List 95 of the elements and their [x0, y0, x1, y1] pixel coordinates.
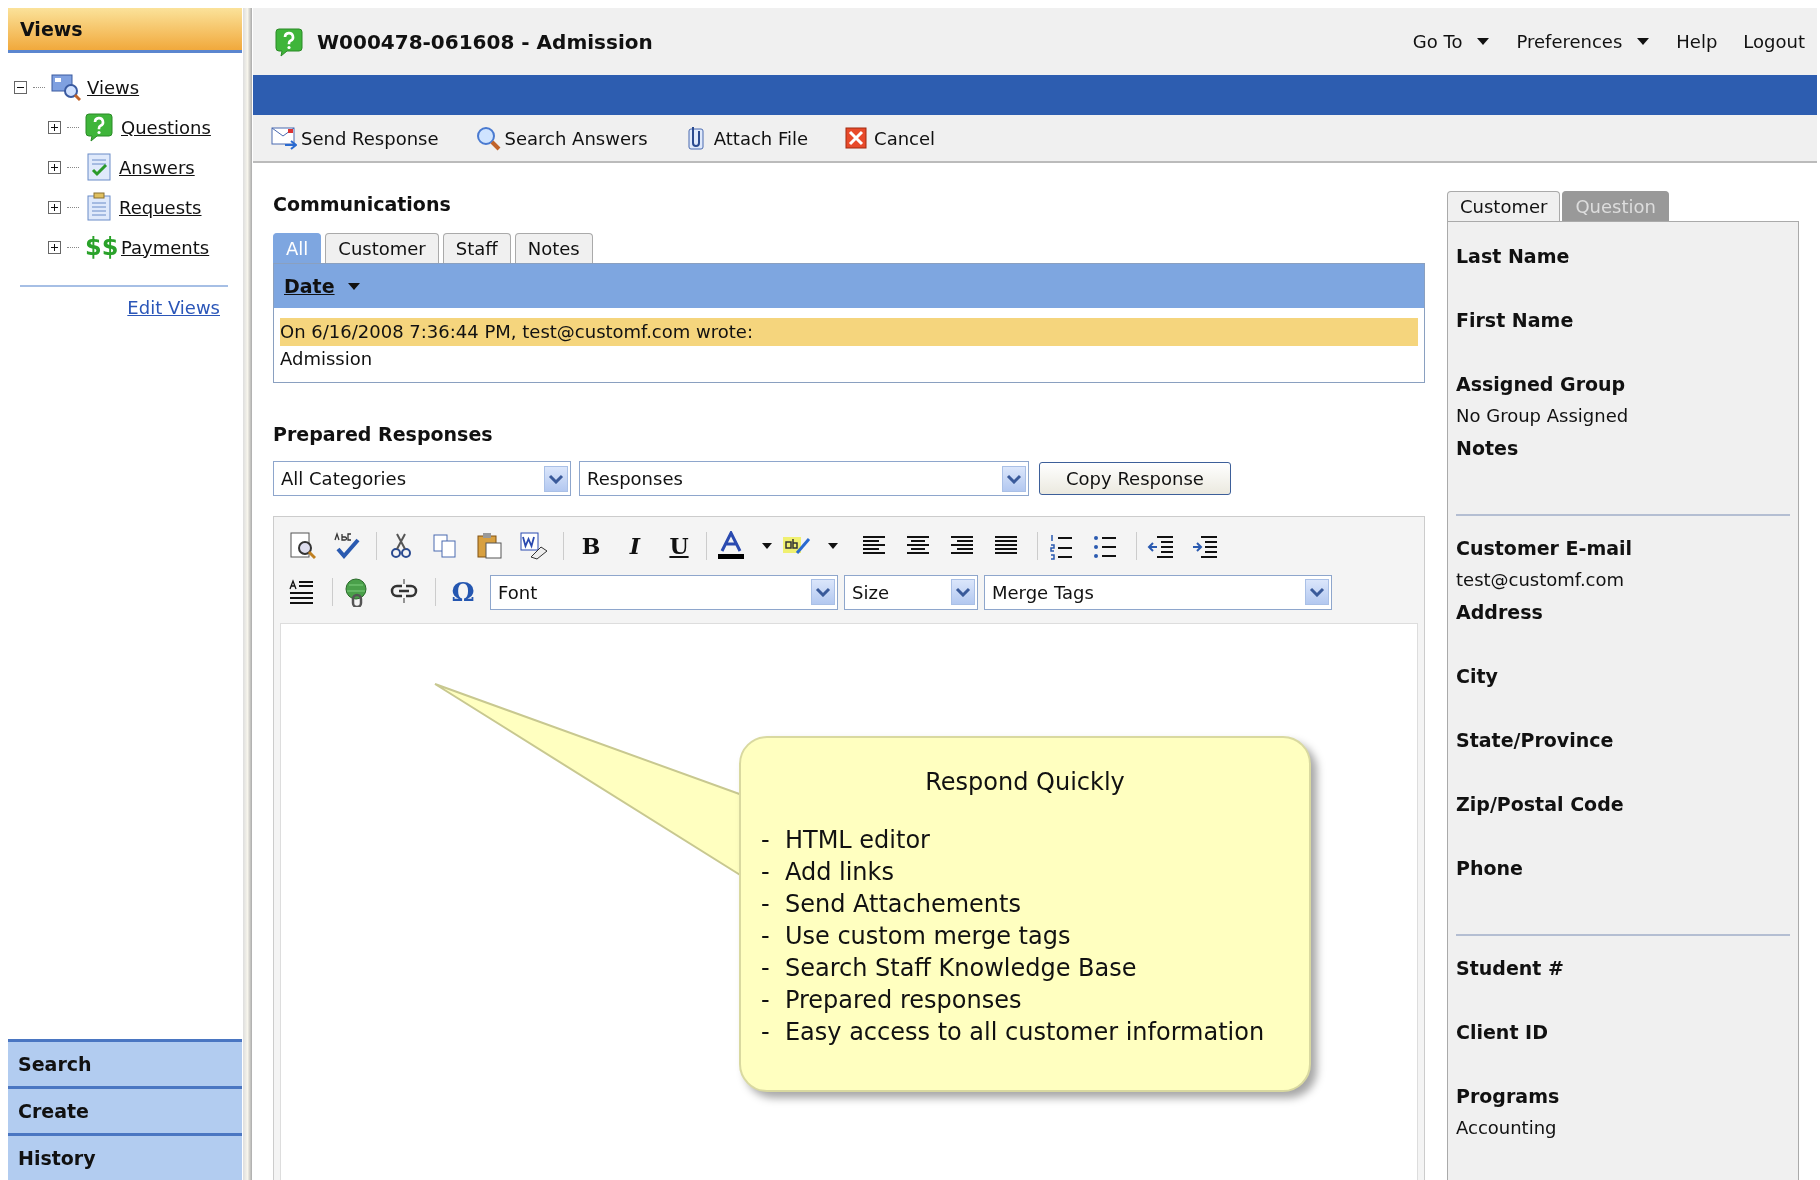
dropdown-value: All Categories	[281, 468, 407, 489]
paragraph-format-icon[interactable]	[288, 577, 316, 607]
sidebar-section[interactable]: Search	[8, 1039, 242, 1086]
collapse-icon[interactable]	[14, 80, 27, 94]
field-label: Programs	[1456, 1084, 1561, 1109]
checklist-icon	[85, 152, 113, 182]
nav-link[interactable]: Help	[1676, 31, 1718, 52]
field-label: City	[1456, 664, 1499, 689]
nav-link[interactable]: Go To	[1412, 31, 1491, 52]
dollar-icon: $$	[85, 233, 115, 261]
chevron-down-icon	[1006, 473, 1022, 484]
page-title: W000478-061608 - Admission	[317, 29, 654, 54]
tree-link[interactable]: Views	[87, 76, 140, 98]
special-character-button[interactable]: Ω	[446, 575, 480, 609]
field-label: Student #	[1456, 956, 1565, 981]
dropdown[interactable]: Size	[844, 574, 978, 610]
editing-area[interactable]: Respond Quickly - HTML editor - Add links - Send Attachements - Use custom merge tags - Search Staff Knowledge Base - Prepared responses - Easy access to all customer information	[280, 623, 1418, 1180]
tree-link[interactable]: Requests	[119, 196, 202, 218]
expand-icon[interactable]	[48, 240, 61, 254]
dropdown[interactable]: All Categories	[273, 461, 571, 496]
field-value: No Group Assigned	[1456, 404, 1630, 428]
field-label: Assigned Group	[1456, 372, 1627, 397]
edit-views-link[interactable]: Edit Views	[127, 297, 220, 318]
section-title: Prepared Responses	[273, 423, 494, 445]
message-body: Admission	[280, 347, 374, 371]
field-label: Client ID	[1456, 1020, 1549, 1045]
tree-link[interactable]: Payments	[121, 236, 210, 258]
toolbar-button[interactable]: Cancel	[844, 125, 936, 151]
format-button[interactable]: I	[618, 529, 652, 563]
callout-item: - Use custom merge tags	[761, 921, 1072, 952]
sort-column-link[interactable]: Date	[284, 275, 335, 297]
caret-icon[interactable]	[761, 542, 773, 550]
nav-link[interactable]: Logout	[1743, 31, 1805, 52]
expand-icon[interactable]	[48, 160, 61, 174]
dropdown-value: Responses	[587, 468, 683, 489]
sidebar-section[interactable]: Create	[8, 1086, 242, 1133]
field-value: test@customf.com	[1456, 568, 1626, 592]
dropdown-value: Size	[852, 581, 889, 603]
caret-icon[interactable]	[827, 542, 839, 550]
question-bubble-icon	[275, 26, 305, 57]
clipboard-icon	[85, 192, 113, 222]
send-mail-icon	[271, 125, 297, 151]
copy-response-button[interactable]: Copy Response	[1039, 462, 1231, 495]
dropdown-value: Font	[498, 581, 538, 603]
format-button[interactable]: U	[662, 529, 696, 563]
sort-caret-icon[interactable]	[346, 281, 361, 291]
field-value: Accounting	[1456, 1116, 1558, 1140]
callout-item: - Send Attachements	[761, 889, 1022, 920]
message-header: On 6/16/2008 7:36:44 PM, test@customf.com wrote:	[280, 318, 1418, 346]
field-label: Customer E-mail	[1456, 536, 1634, 561]
dropdown[interactable]: Responses	[579, 461, 1029, 496]
expand-icon[interactable]	[48, 200, 61, 214]
preview-icon[interactable]	[288, 531, 316, 561]
toolbar-button[interactable]: Search Answers	[474, 125, 648, 151]
tree-link[interactable]: Answers	[119, 156, 195, 178]
nav-link[interactable]: Preferences	[1516, 31, 1651, 52]
paste-word-icon[interactable]	[519, 531, 547, 561]
callout-item: - Search Staff Knowledge Base	[761, 953, 1138, 984]
expand-icon[interactable]	[48, 120, 61, 134]
field-label: Last Name	[1456, 244, 1571, 269]
field-label: Address	[1456, 600, 1544, 625]
sidebar-section[interactable]: History	[8, 1133, 242, 1180]
tree-link[interactable]: Questions	[121, 116, 211, 138]
toolbar-button[interactable]: Attach File	[683, 125, 809, 151]
format-button[interactable]: B	[574, 529, 608, 563]
paste-icon[interactable]	[475, 531, 503, 561]
toolbar-button[interactable]: Send Response	[271, 125, 439, 151]
field-label: Notes	[1456, 436, 1520, 461]
field-label: State/Province	[1456, 728, 1615, 753]
chevron-down-icon	[815, 587, 831, 597]
callout-item: - Add links	[761, 857, 895, 888]
field-label: First Name	[1456, 308, 1575, 333]
field-label: Phone	[1456, 856, 1524, 881]
tab[interactable]: Staff	[442, 233, 511, 263]
tab[interactable]: Customer	[1447, 191, 1561, 221]
chevron-down-icon	[955, 587, 971, 597]
search-icon	[474, 125, 501, 151]
tab[interactable]: Customer	[325, 233, 439, 263]
callout-item: - Easy access to all customer information	[761, 1017, 1266, 1048]
callout-title: Respond Quickly	[924, 768, 1126, 796]
chevron-down-icon	[1309, 587, 1325, 597]
dropdown-value: Merge Tags	[992, 581, 1094, 603]
question-bubble-icon	[85, 112, 115, 142]
spellcheck-icon[interactable]	[332, 531, 360, 561]
dropdown[interactable]: Font	[490, 574, 838, 610]
sidebar-header: Views	[8, 8, 242, 53]
tab[interactable]: Notes	[514, 233, 593, 263]
section-title: Communications	[273, 193, 452, 215]
callout-item: - HTML editor	[761, 825, 931, 856]
chevron-down-icon	[548, 473, 564, 484]
dropdown[interactable]: Merge Tags	[984, 574, 1332, 610]
callout-item: - Prepared responses	[761, 985, 1023, 1016]
search-view-icon	[51, 72, 81, 102]
field-label: Zip/Postal Code	[1456, 792, 1625, 817]
text-color-icon[interactable]	[717, 531, 745, 561]
